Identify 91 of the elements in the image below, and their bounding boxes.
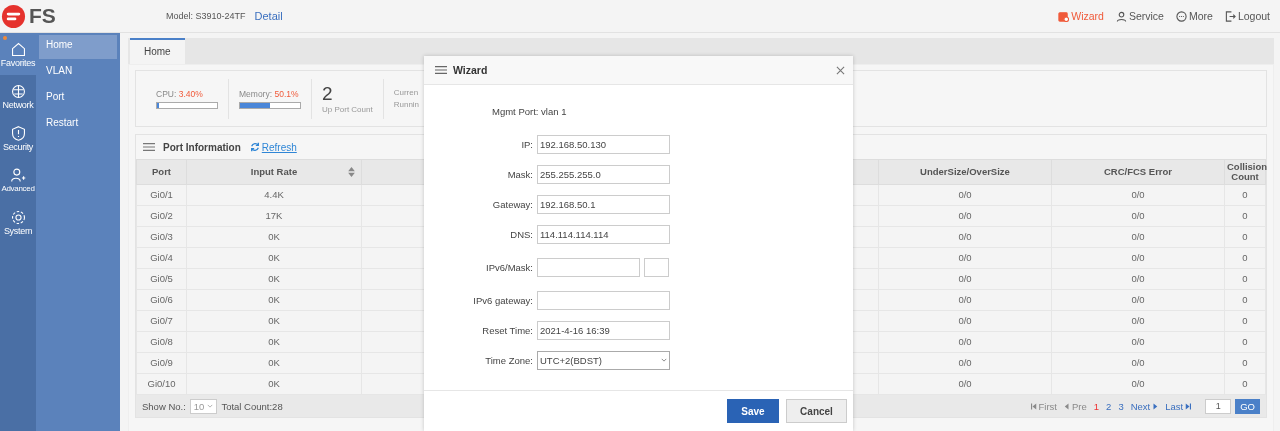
pager-link[interactable]: 3	[1118, 400, 1124, 412]
page-input[interactable]: 1	[1205, 398, 1232, 414]
field-label: IPv6/Mask:	[485, 261, 534, 273]
table-cell: Gi0/10	[136, 373, 187, 395]
field-label: Time Zone:	[484, 354, 534, 366]
column-header[interactable]: Input Rate	[186, 159, 362, 185]
input-field[interactable]	[537, 257, 640, 277]
nav-item[interactable]: System	[0, 201, 36, 243]
globe-icon[interactable]	[9, 82, 27, 100]
notification-dot	[3, 36, 7, 40]
input-field[interactable]: 192.168.50.1	[537, 194, 670, 214]
show-label: Show No.:	[142, 400, 186, 412]
table-cell: Gi0/1	[136, 184, 187, 206]
header-link[interactable]: Logout	[1224, 10, 1270, 22]
submenu-item[interactable]: Home	[39, 35, 117, 59]
model-text: Model: S3910-24TF	[166, 11, 246, 21]
tab[interactable]: Home	[130, 38, 185, 64]
header-link[interactable]: Service	[1115, 10, 1164, 22]
input-field[interactable]: 2021-4-16 16:39	[537, 320, 670, 340]
input-field[interactable]: 255.255.255.0	[537, 164, 670, 184]
pager-link[interactable]: 2	[1106, 400, 1112, 412]
menu-icon	[435, 65, 447, 75]
input-field[interactable]	[644, 257, 669, 277]
cpu-label: CPU:	[156, 88, 177, 99]
table-cell: Gi0/6	[136, 289, 187, 311]
column-header[interactable]: UnderSize/OverSize	[878, 159, 1052, 185]
detail-link[interactable]: Detail	[254, 10, 283, 22]
right-triangle-icon[interactable]	[1152, 402, 1159, 410]
column-header[interactable]: Collision Count	[1224, 159, 1266, 185]
more-icon[interactable]	[1175, 10, 1187, 22]
table-cell: Gi0/5	[136, 268, 187, 290]
nav-item[interactable]: Network	[0, 75, 36, 117]
home-icon[interactable]	[9, 40, 27, 58]
select-field[interactable]: UTC+2(BDST)	[537, 350, 670, 370]
memory-value: 50.1%	[274, 88, 299, 99]
field-label: Mask:	[506, 168, 534, 180]
table-cell: Gi0/7	[136, 310, 187, 332]
close-icon[interactable]	[836, 65, 845, 75]
memory-label: Memory:	[239, 88, 273, 99]
brand-name: FS	[29, 4, 56, 28]
panel-title: Port Information	[163, 141, 241, 153]
sort-icon[interactable]	[348, 167, 355, 177]
field-label: Reset Time:	[481, 324, 534, 336]
up-port-label: Up Port Count	[322, 104, 373, 114]
field-label: IPv6 gateway:	[472, 294, 534, 306]
nav-item[interactable]: Advanced	[0, 159, 36, 201]
status-text: Curren	[393, 88, 420, 97]
cancel-button[interactable]: Cancel	[786, 399, 847, 423]
field-label: Gateway:	[491, 198, 534, 210]
dialog-title: Wizard	[453, 64, 488, 76]
save-button[interactable]: Save	[727, 399, 779, 423]
last-page-icon[interactable]	[1185, 402, 1192, 410]
table-cell: Gi0/3	[136, 226, 187, 248]
input-field[interactable]	[537, 290, 670, 310]
table-cell: Gi0/8	[136, 331, 187, 353]
go-button[interactable]: GO	[1235, 398, 1260, 414]
field-label: IP:	[520, 138, 534, 150]
submenu-item[interactable]: VLAN	[39, 61, 117, 85]
input-field[interactable]: 114.114.114.114	[537, 224, 670, 244]
user-icon[interactable]	[9, 167, 27, 184]
pager-link[interactable]: 1	[1093, 400, 1100, 412]
menu-icon	[143, 142, 155, 152]
submenu-item[interactable]: Restart	[39, 113, 117, 137]
shield-icon[interactable]	[9, 124, 27, 142]
refresh-link[interactable]: Refresh	[249, 141, 297, 153]
total-count: Total Count:28	[221, 400, 283, 412]
column-header[interactable]: Port	[136, 159, 187, 185]
input-field[interactable]: 192.168.50.130	[537, 134, 670, 154]
table-cell: Gi0/2	[136, 205, 187, 227]
header-link[interactable]: More	[1175, 10, 1213, 22]
header-link[interactable]: Wizard	[1058, 10, 1104, 22]
caret-icon[interactable]	[661, 358, 667, 362]
submenu-item[interactable]: Port	[39, 87, 117, 111]
logout-icon[interactable]	[1224, 10, 1236, 22]
up-port-count: 2	[322, 83, 334, 104]
pager-link[interactable]: Last	[1165, 400, 1192, 412]
nav-item[interactable]: Favorites	[0, 33, 36, 75]
settings-icon[interactable]	[9, 208, 27, 226]
wizard-icon[interactable]	[1058, 10, 1070, 22]
field-label: DNS:	[509, 228, 534, 240]
pager-link[interactable]: Next	[1130, 400, 1159, 412]
table-cell: Gi0/4	[136, 247, 187, 269]
table-cell: Gi0/9	[136, 352, 187, 374]
refresh-icon[interactable]	[249, 142, 260, 152]
nav-item[interactable]: Security	[0, 117, 36, 159]
column-header[interactable]: CRC/FCS Error	[1051, 159, 1225, 185]
person-icon[interactable]	[1115, 10, 1127, 22]
page-size-select[interactable]: 10	[189, 398, 218, 414]
status-text: Runnin	[393, 100, 420, 109]
mgmt-port-text: Mgmt Port: vlan 1	[492, 106, 568, 117]
cpu-value: 3.40%	[178, 88, 203, 99]
